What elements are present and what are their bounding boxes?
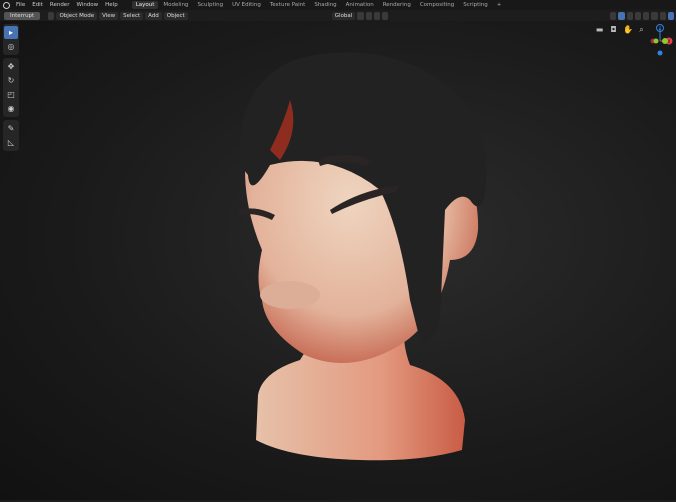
tab-uv-editing[interactable]: UV Editing: [228, 1, 265, 9]
transform-pivot-icon[interactable]: [48, 11, 55, 20]
falloff-icon[interactable]: [381, 11, 389, 20]
menu-render[interactable]: Render: [50, 2, 70, 8]
select-box-icon[interactable]: ▸: [4, 26, 18, 39]
add-workspace-button[interactable]: +: [493, 1, 506, 9]
tool-shelf: ▸ ◎ ✥ ↻ ◰ ◉ ✎ ◺: [3, 24, 19, 154]
camera-icon[interactable]: ◘: [609, 25, 618, 34]
menu-edit[interactable]: Edit: [32, 2, 43, 8]
solid-shading-icon[interactable]: [651, 11, 658, 20]
top-menu-bar: File Edit Render Window Help Layout Mode…: [0, 0, 676, 10]
tab-animation[interactable]: Animation: [342, 1, 378, 9]
tab-shading[interactable]: Shading: [310, 1, 340, 9]
scale-icon[interactable]: ◰: [4, 88, 18, 101]
tab-compositing[interactable]: Compositing: [416, 1, 458, 9]
tab-modeling[interactable]: Modeling: [159, 1, 192, 9]
snap-target-icon[interactable]: [365, 11, 372, 20]
menu-help[interactable]: Help: [105, 2, 118, 8]
rendered-shading-icon[interactable]: [667, 11, 675, 20]
tab-rendering[interactable]: Rendering: [379, 1, 415, 9]
proportional-edit-icon[interactable]: [373, 11, 380, 20]
gizmo-y-axis[interactable]: [662, 38, 668, 44]
blender-logo-icon[interactable]: [3, 1, 10, 9]
select-menu[interactable]: Select: [120, 11, 144, 20]
tab-sculpting[interactable]: Sculpting: [193, 1, 227, 9]
pan-hand-icon[interactable]: ✋: [623, 25, 633, 34]
move-icon[interactable]: ✥: [4, 60, 18, 73]
rotate-icon[interactable]: ↻: [4, 74, 18, 87]
material-shading-icon[interactable]: [659, 11, 666, 20]
snap-icon[interactable]: [357, 11, 364, 20]
gizmo-toggle-icon[interactable]: [618, 11, 625, 20]
gizmo-neg-z[interactable]: [657, 50, 663, 56]
3d-viewport[interactable]: ▸ ◎ ✥ ↻ ◰ ◉ ✎ ◺ ▬ ◘ ✋ ⌕ Z X: [0, 21, 676, 500]
tab-texture-paint[interactable]: Texture Paint: [266, 1, 310, 9]
orientation-dropdown[interactable]: Global: [331, 11, 356, 20]
mode-dropdown[interactable]: Object Mode: [56, 11, 98, 20]
workspace-tabs: Layout Modeling Sculpting UV Editing Tex…: [131, 1, 507, 9]
navigation-gizmo[interactable]: Z X: [640, 21, 676, 61]
view-menu[interactable]: View: [99, 11, 119, 20]
visibility-icon[interactable]: [610, 11, 617, 20]
measure-icon[interactable]: ◺: [4, 136, 18, 149]
head-sculpt-render: [238, 52, 487, 461]
object-menu[interactable]: Object: [163, 11, 188, 20]
wireframe-shading-icon[interactable]: [643, 11, 650, 20]
tab-scripting[interactable]: Scripting: [459, 1, 491, 9]
xray-icon[interactable]: [634, 11, 642, 20]
viewport-header: Interrupt Object Mode View Select Add Ob…: [0, 10, 676, 21]
gizmo-z-label: Z: [659, 26, 662, 31]
camera-view-icon[interactable]: ▬: [595, 25, 604, 34]
navigation-controls: ▬ ◘ ✋ ⌕: [595, 25, 646, 34]
transform-icon[interactable]: ◉: [4, 102, 18, 115]
interrupt-button[interactable]: Interrupt: [4, 11, 41, 20]
cursor-icon[interactable]: ◎: [4, 40, 18, 53]
menu-window[interactable]: Window: [76, 2, 98, 8]
overlay-icon[interactable]: [626, 11, 633, 20]
gizmo-x-label: X: [668, 39, 671, 44]
annotate-icon[interactable]: ✎: [4, 122, 18, 135]
tab-layout[interactable]: Layout: [131, 1, 159, 9]
add-menu[interactable]: Add: [145, 11, 162, 20]
gizmo-neg-y[interactable]: [653, 38, 659, 44]
menu-file[interactable]: File: [16, 2, 25, 8]
